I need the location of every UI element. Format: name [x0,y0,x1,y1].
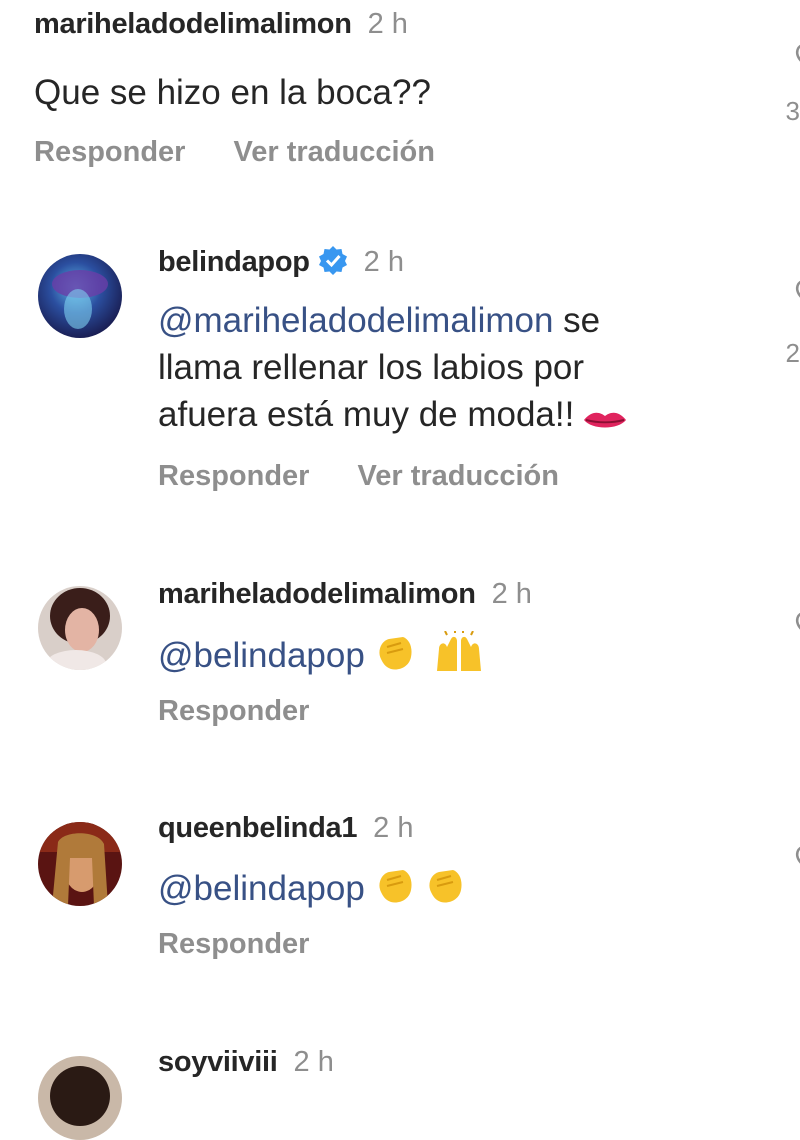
comment-time: 2 h [491,578,532,610]
comment-username[interactable]: mariheladodelimalimon [158,578,476,611]
username-text: belindapop [158,246,310,278]
comment-actions: Responder [158,928,467,961]
comment-username[interactable]: soyviiviii [158,1046,278,1079]
reply-button[interactable]: Responder [158,695,309,728]
see-translation-button[interactable]: Ver traducción [233,136,434,169]
heart-icon[interactable] [788,40,800,70]
reply-button[interactable]: Responder [34,136,185,169]
clapping-hands-emoji-icon [379,637,412,670]
comment-time: 2 h [293,1046,334,1078]
heart-icon[interactable] [788,608,800,638]
comment-username[interactable]: queenbelinda1 [158,812,357,845]
comment-actions: Responder [158,695,532,728]
heart-icon[interactable] [788,842,800,872]
lips-emoji-icon [584,412,627,428]
verified-badge-icon [318,246,347,275]
clapping-hands-emoji-icon [429,870,462,903]
comment-reply: soyviiviii 2 h [158,1046,334,1079]
comment-username[interactable]: mariheladodelimalimon [34,8,352,41]
comment-text: @belindapop [158,865,467,912]
text-line: llama rellenar los labios por [158,348,585,387]
comment-actions: Responder Ver traducción [34,136,435,169]
text-line: se [553,301,601,340]
mention-link[interactable]: @mariheladodelimalimon [158,301,553,340]
mention-link[interactable]: @belindapop [158,869,365,908]
comment-reply: belindapop 2 h @mariheladodelimalimon se… [158,245,628,493]
mention-link[interactable]: @belindapop [158,636,365,675]
comment-time: 2 h [367,8,408,40]
text-line: afuera está muy de moda!! [158,395,575,434]
avatar[interactable] [38,586,122,670]
comment-time: 2 h [373,812,414,844]
comment-reply: mariheladodelimalimon 2 h @belindapop Re… [158,578,532,728]
see-translation-button[interactable]: Ver traducción [357,460,558,493]
like-count: 3 [785,96,800,126]
comment-reply: queenbelinda1 2 h @belindapop Responder [158,812,467,961]
avatar[interactable] [38,254,122,338]
comment-text: @belindapop [158,631,532,679]
comment-text: @mariheladodelimalimon se llama rellenar… [158,297,628,438]
clapping-hands-emoji-icon [379,870,412,903]
comment-time: 2 h [363,246,404,278]
reply-button[interactable]: Responder [158,460,309,493]
comment-username[interactable]: belindapop [158,245,348,279]
heart-icon[interactable] [788,276,800,306]
reply-button[interactable]: Responder [158,928,309,961]
comment-actions: Responder Ver traducción [158,460,628,493]
raising-hands-emoji-icon [436,631,481,671]
avatar[interactable] [38,1056,122,1140]
avatar[interactable] [38,822,122,906]
comment-top: mariheladodelimalimon 2 h Que se hizo en… [34,8,435,169]
comment-text: Que se hizo en la boca?? [34,73,431,112]
like-count: 2 [785,338,800,368]
